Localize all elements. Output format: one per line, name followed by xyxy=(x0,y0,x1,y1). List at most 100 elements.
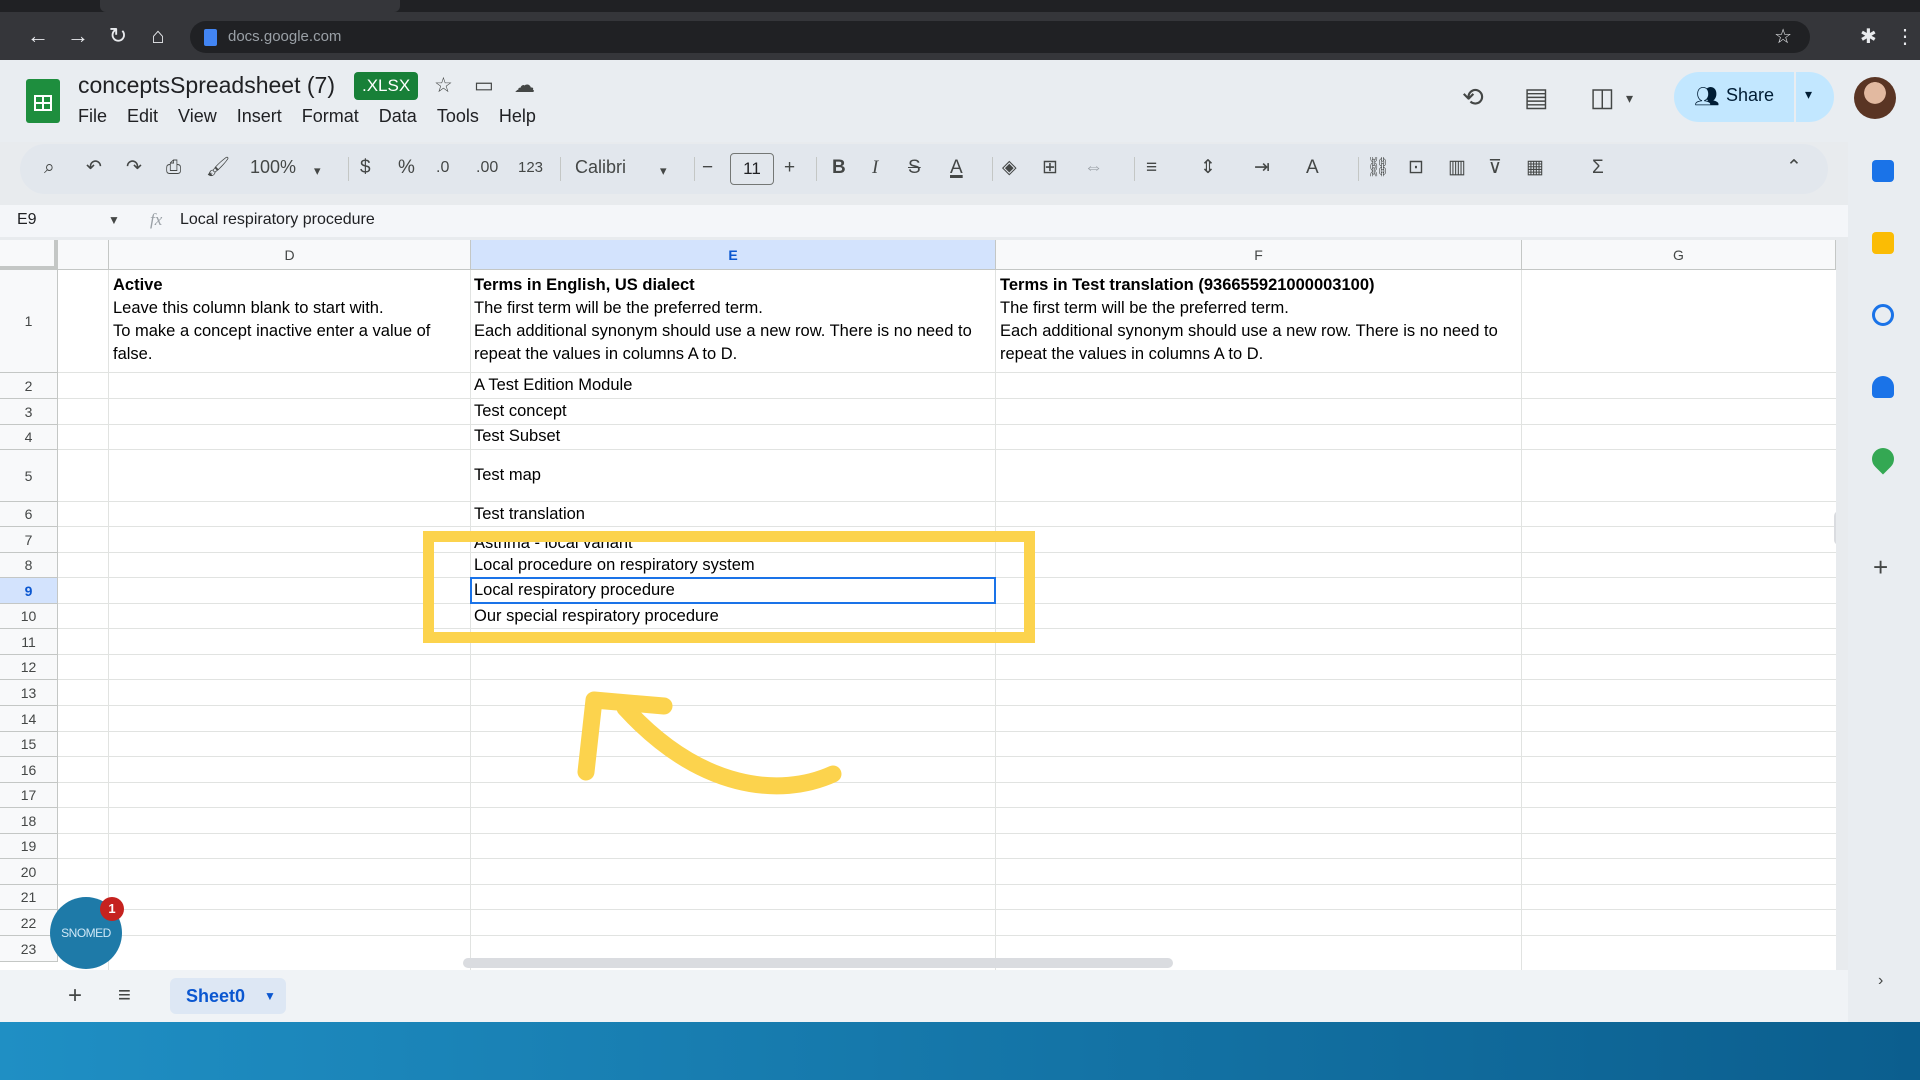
reload-icon[interactable]: ↻ xyxy=(104,22,132,50)
table-icon[interactable]: ▦ xyxy=(1526,156,1544,180)
address-bar[interactable]: docs.google.com ☆ xyxy=(190,21,1810,53)
font-size-input[interactable]: 11 xyxy=(730,153,774,185)
currency-format-button[interactable]: $ xyxy=(360,156,371,180)
fill-color-icon[interactable]: ◈ xyxy=(1002,156,1017,180)
chevron-down-icon[interactable]: ▾ xyxy=(1805,86,1812,103)
font-select[interactable]: Calibri xyxy=(575,157,626,178)
extensions-icon[interactable]: ✱ xyxy=(1860,24,1877,49)
cell-e1[interactable]: Terms in English, US dialect The first t… xyxy=(474,274,972,366)
cell-e2[interactable]: A Test Edition Module xyxy=(474,374,632,397)
row-header[interactable]: 13 xyxy=(0,680,58,706)
avatar[interactable] xyxy=(1854,77,1896,119)
comment-icon[interactable]: ▤ xyxy=(1524,82,1549,113)
cell-d1[interactable]: Active Leave this column blank to start … xyxy=(113,274,430,366)
cell-f1[interactable]: Terms in Test translation (9366559210000… xyxy=(1000,274,1498,366)
tasks-icon[interactable] xyxy=(1872,304,1894,326)
star-icon[interactable]: ☆ xyxy=(434,73,453,98)
home-icon[interactable]: ⌂ xyxy=(144,22,172,50)
column-header-c[interactable] xyxy=(58,240,109,270)
sheets-logo-icon[interactable] xyxy=(26,79,60,123)
functions-icon[interactable]: Σ xyxy=(1592,156,1604,180)
share-button[interactable]: 👥︎ Share ▾ xyxy=(1674,72,1834,122)
menu-format[interactable]: Format xyxy=(302,106,359,127)
row-header[interactable]: 8 xyxy=(0,553,58,578)
text-color-icon[interactable]: A xyxy=(950,156,963,180)
meet-icon[interactable]: ◫ xyxy=(1590,82,1615,113)
file-format-badge[interactable]: .XLSX xyxy=(354,72,419,100)
insert-comment-icon[interactable]: ⊡ xyxy=(1408,156,1424,180)
all-sheets-icon[interactable]: ≡ xyxy=(118,982,131,1008)
filter-icon[interactable]: ⊽ xyxy=(1488,156,1502,180)
strikethrough-icon[interactable]: S xyxy=(908,156,921,180)
row-header[interactable]: 4 xyxy=(0,425,58,450)
row-header[interactable]: 15 xyxy=(0,732,58,757)
name-box[interactable]: E9 xyxy=(17,211,37,229)
row-header[interactable]: 5 xyxy=(0,450,58,502)
cell-e6[interactable]: Test translation xyxy=(474,503,585,526)
redo-icon[interactable]: ↷ xyxy=(126,156,142,180)
rotate-icon[interactable]: A xyxy=(1306,156,1319,180)
menu-help[interactable]: Help xyxy=(499,106,536,127)
back-icon[interactable]: ← xyxy=(24,22,52,50)
row-header[interactable]: 16 xyxy=(0,757,58,783)
formula-input[interactable]: Local respiratory procedure xyxy=(180,211,375,229)
maps-icon[interactable] xyxy=(1867,443,1899,475)
meet-dropdown-icon[interactable]: ▾ xyxy=(1626,90,1633,107)
decrease-decimal-button[interactable]: .0 xyxy=(436,156,449,180)
row-header[interactable]: 10 xyxy=(0,604,58,629)
menu-tools[interactable]: Tools xyxy=(437,106,479,127)
menu-view[interactable]: View xyxy=(178,106,217,127)
zoom-select[interactable]: 100% xyxy=(250,157,296,178)
zoom-dropdown-icon[interactable]: ▾ xyxy=(314,159,321,183)
chevron-right-icon[interactable]: › xyxy=(1878,972,1883,990)
menu-file[interactable]: File xyxy=(78,106,107,127)
collapse-icon[interactable]: ⌃ xyxy=(1786,156,1802,180)
select-all-corner[interactable] xyxy=(0,240,58,270)
row-header[interactable]: 12 xyxy=(0,655,58,680)
add-icon[interactable]: + xyxy=(1873,552,1888,583)
menu-data[interactable]: Data xyxy=(379,106,417,127)
align-icon[interactable]: ≡ xyxy=(1146,156,1157,180)
bold-icon[interactable]: B xyxy=(832,156,846,180)
browser-tab[interactable] xyxy=(100,0,400,12)
percent-format-button[interactable]: % xyxy=(398,156,415,180)
cloud-status-icon[interactable]: ☁ xyxy=(514,73,535,98)
chevron-down-icon[interactable]: ▼ xyxy=(264,989,276,1003)
bookmark-star-icon[interactable]: ☆ xyxy=(1774,24,1792,49)
increase-font-size-icon[interactable]: + xyxy=(784,156,795,180)
row-header[interactable]: 21 xyxy=(0,885,58,910)
row-header[interactable]: 23 xyxy=(0,936,58,962)
row-header[interactable]: 17 xyxy=(0,783,58,808)
sheet-tab[interactable]: Sheet0 ▼ xyxy=(170,978,286,1014)
paint-format-icon[interactable]: 🖌︎ xyxy=(206,156,230,180)
add-sheet-icon[interactable]: + xyxy=(68,982,82,1010)
name-box-dropdown-icon[interactable]: ▼ xyxy=(108,213,120,227)
calendar-icon[interactable] xyxy=(1872,160,1894,182)
link-icon[interactable]: ⛓︎ xyxy=(1366,156,1390,180)
cell-e4[interactable]: Test Subset xyxy=(474,425,560,448)
number-format-button[interactable]: 123 xyxy=(518,156,543,180)
chart-icon[interactable]: ▥ xyxy=(1448,156,1466,180)
decrease-font-size-icon[interactable]: − xyxy=(702,156,713,180)
wrap-icon[interactable]: ⇥ xyxy=(1254,156,1270,180)
move-folder-icon[interactable]: ▭ xyxy=(474,73,494,98)
valign-icon[interactable]: ⇕ xyxy=(1200,156,1216,180)
vertical-scrollbar[interactable] xyxy=(1834,511,1836,545)
menu-edit[interactable]: Edit xyxy=(127,106,158,127)
menu-insert[interactable]: Insert xyxy=(237,106,282,127)
column-header-f[interactable]: F xyxy=(996,240,1522,270)
search-icon[interactable]: ⌕ xyxy=(44,156,55,180)
column-header-e[interactable]: E xyxy=(471,240,996,270)
contacts-icon[interactable] xyxy=(1872,376,1894,398)
cell-e5[interactable]: Test map xyxy=(474,464,541,487)
font-dropdown-icon[interactable]: ▾ xyxy=(660,159,667,183)
column-header-d[interactable]: D xyxy=(109,240,471,270)
undo-icon[interactable]: ↶ xyxy=(86,156,102,180)
row-header[interactable]: 7 xyxy=(0,527,58,553)
cell-e3[interactable]: Test concept xyxy=(474,400,567,423)
row-header[interactable]: 11 xyxy=(0,629,58,655)
document-title[interactable]: conceptsSpreadsheet (7) xyxy=(78,72,335,99)
row-header[interactable]: 3 xyxy=(0,399,58,425)
row-header[interactable]: 2 xyxy=(0,373,58,399)
row-header[interactable]: 18 xyxy=(0,808,58,834)
